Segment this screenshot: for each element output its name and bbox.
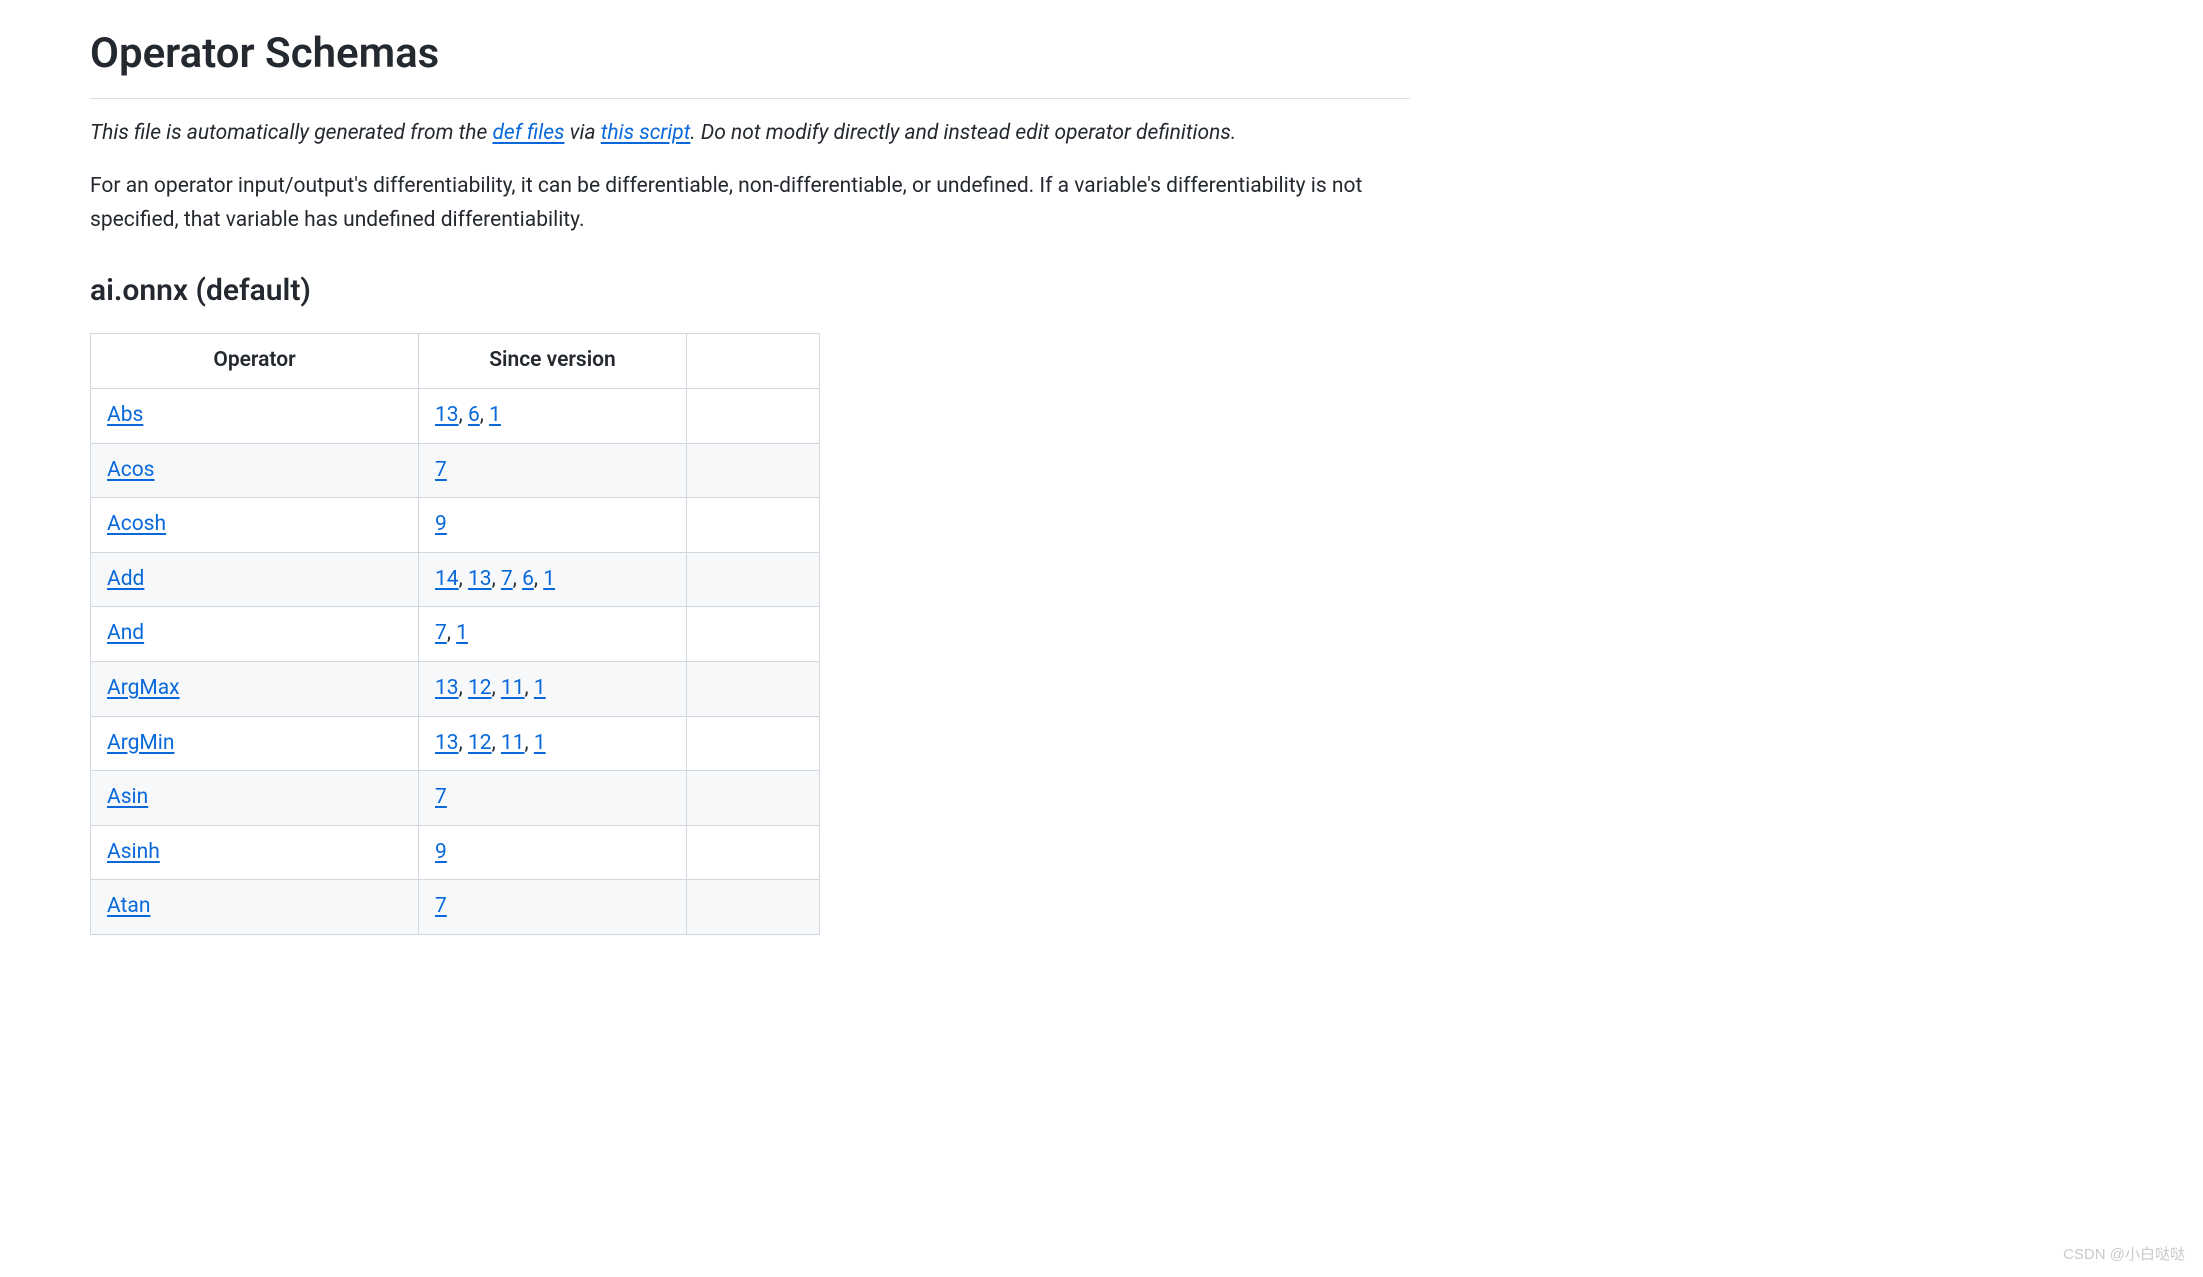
version-link[interactable]: 9	[435, 512, 447, 536]
version-link[interactable]: 1	[456, 621, 468, 645]
empty-cell	[687, 389, 820, 444]
operators-tbody: Abs 13, 6, 1 Acos 7 Acosh 9 Add 14, 13, 7, 6, 1…	[91, 389, 820, 935]
version-link[interactable]: 13	[468, 567, 492, 591]
operator-cell: Add	[91, 552, 419, 607]
version-link[interactable]: 7	[501, 567, 513, 591]
versions-cell: 7	[419, 880, 687, 935]
intro-prefix: This file is automatically generated fro…	[90, 121, 492, 145]
version-link[interactable]: 7	[435, 621, 447, 645]
empty-cell	[687, 552, 820, 607]
table-row: Acosh 9	[91, 498, 820, 553]
version-link[interactable]: 11	[501, 676, 525, 700]
intro-middle: via	[565, 121, 601, 145]
table-row: Add 14, 13, 7, 6, 1	[91, 552, 820, 607]
version-link[interactable]: 1	[534, 676, 546, 700]
operator-cell: Asin	[91, 771, 419, 826]
version-link[interactable]: 6	[522, 567, 534, 591]
section-heading: ai.onnx (default)	[90, 267, 1410, 315]
table-header-row: Operator Since version	[91, 334, 820, 389]
versions-cell: 13, 6, 1	[419, 389, 687, 444]
operator-link[interactable]: ArgMin	[107, 731, 174, 755]
operator-link[interactable]: Asinh	[107, 840, 160, 864]
versions-cell: 9	[419, 498, 687, 553]
empty-cell	[687, 771, 820, 826]
empty-cell	[687, 716, 820, 771]
operator-cell: Acosh	[91, 498, 419, 553]
intro-paragraph: This file is automatically generated fro…	[90, 117, 1410, 151]
table-row: ArgMin 13, 12, 11, 1	[91, 716, 820, 771]
table-row: Asin 7	[91, 771, 820, 826]
version-link[interactable]: 13	[435, 676, 459, 700]
version-link[interactable]: 13	[435, 403, 459, 427]
operator-cell: Acos	[91, 443, 419, 498]
operator-link[interactable]: Abs	[107, 403, 143, 427]
empty-cell	[687, 498, 820, 553]
this-script-link[interactable]: this script	[601, 121, 691, 145]
version-link[interactable]: 11	[501, 731, 525, 755]
empty-cell	[687, 607, 820, 662]
versions-cell: 7	[419, 771, 687, 826]
table-row: And 7, 1	[91, 607, 820, 662]
versions-cell: 14, 13, 7, 6, 1	[419, 552, 687, 607]
version-link[interactable]: 1	[489, 403, 501, 427]
document-page: Operator Schemas This file is automatica…	[0, 0, 1500, 975]
operator-cell: ArgMax	[91, 662, 419, 717]
operator-link[interactable]: Acosh	[107, 512, 166, 536]
version-link[interactable]: 7	[435, 458, 447, 482]
versions-cell: 7	[419, 443, 687, 498]
version-link[interactable]: 6	[468, 403, 480, 427]
versions-cell: 13, 12, 11, 1	[419, 716, 687, 771]
table-row: Abs 13, 6, 1	[91, 389, 820, 444]
table-row: Atan 7	[91, 880, 820, 935]
empty-cell	[687, 880, 820, 935]
col-empty	[687, 334, 820, 389]
operator-cell: ArgMin	[91, 716, 419, 771]
version-link[interactable]: 14	[435, 567, 459, 591]
operator-link[interactable]: ArgMax	[107, 676, 180, 700]
version-link[interactable]: 12	[468, 676, 492, 700]
table-row: ArgMax 13, 12, 11, 1	[91, 662, 820, 717]
operator-link[interactable]: Atan	[107, 894, 150, 918]
version-link[interactable]: 12	[468, 731, 492, 755]
versions-cell: 9	[419, 825, 687, 880]
version-link[interactable]: 7	[435, 894, 447, 918]
col-since-version: Since version	[419, 334, 687, 389]
operator-link[interactable]: Asin	[107, 785, 148, 809]
empty-cell	[687, 662, 820, 717]
operator-link[interactable]: And	[107, 621, 144, 645]
def-files-link[interactable]: def files	[492, 121, 564, 145]
operator-link[interactable]: Acos	[107, 458, 155, 482]
operator-cell: And	[91, 607, 419, 662]
col-operator: Operator	[91, 334, 419, 389]
operator-cell: Atan	[91, 880, 419, 935]
watermark: CSDN @小白哒哒	[2063, 1243, 2185, 1267]
description-paragraph: For an operator input/output's different…	[90, 170, 1410, 237]
version-link[interactable]: 1	[543, 567, 555, 591]
table-row: Asinh 9	[91, 825, 820, 880]
version-link[interactable]: 7	[435, 785, 447, 809]
operator-cell: Asinh	[91, 825, 419, 880]
versions-cell: 13, 12, 11, 1	[419, 662, 687, 717]
page-title: Operator Schemas	[90, 20, 1410, 99]
operators-table: Operator Since version Abs13, 6, 1Acos7A…	[90, 333, 820, 935]
operator-cell: Abs	[91, 389, 419, 444]
version-link[interactable]: 1	[534, 731, 546, 755]
version-link[interactable]: 13	[435, 731, 459, 755]
empty-cell	[687, 825, 820, 880]
empty-cell	[687, 443, 820, 498]
operator-link[interactable]: Add	[107, 567, 144, 591]
intro-suffix: . Do not modify directly and instead edi…	[690, 121, 1236, 145]
table-row: Acos 7	[91, 443, 820, 498]
version-link[interactable]: 9	[435, 840, 447, 864]
versions-cell: 7, 1	[419, 607, 687, 662]
